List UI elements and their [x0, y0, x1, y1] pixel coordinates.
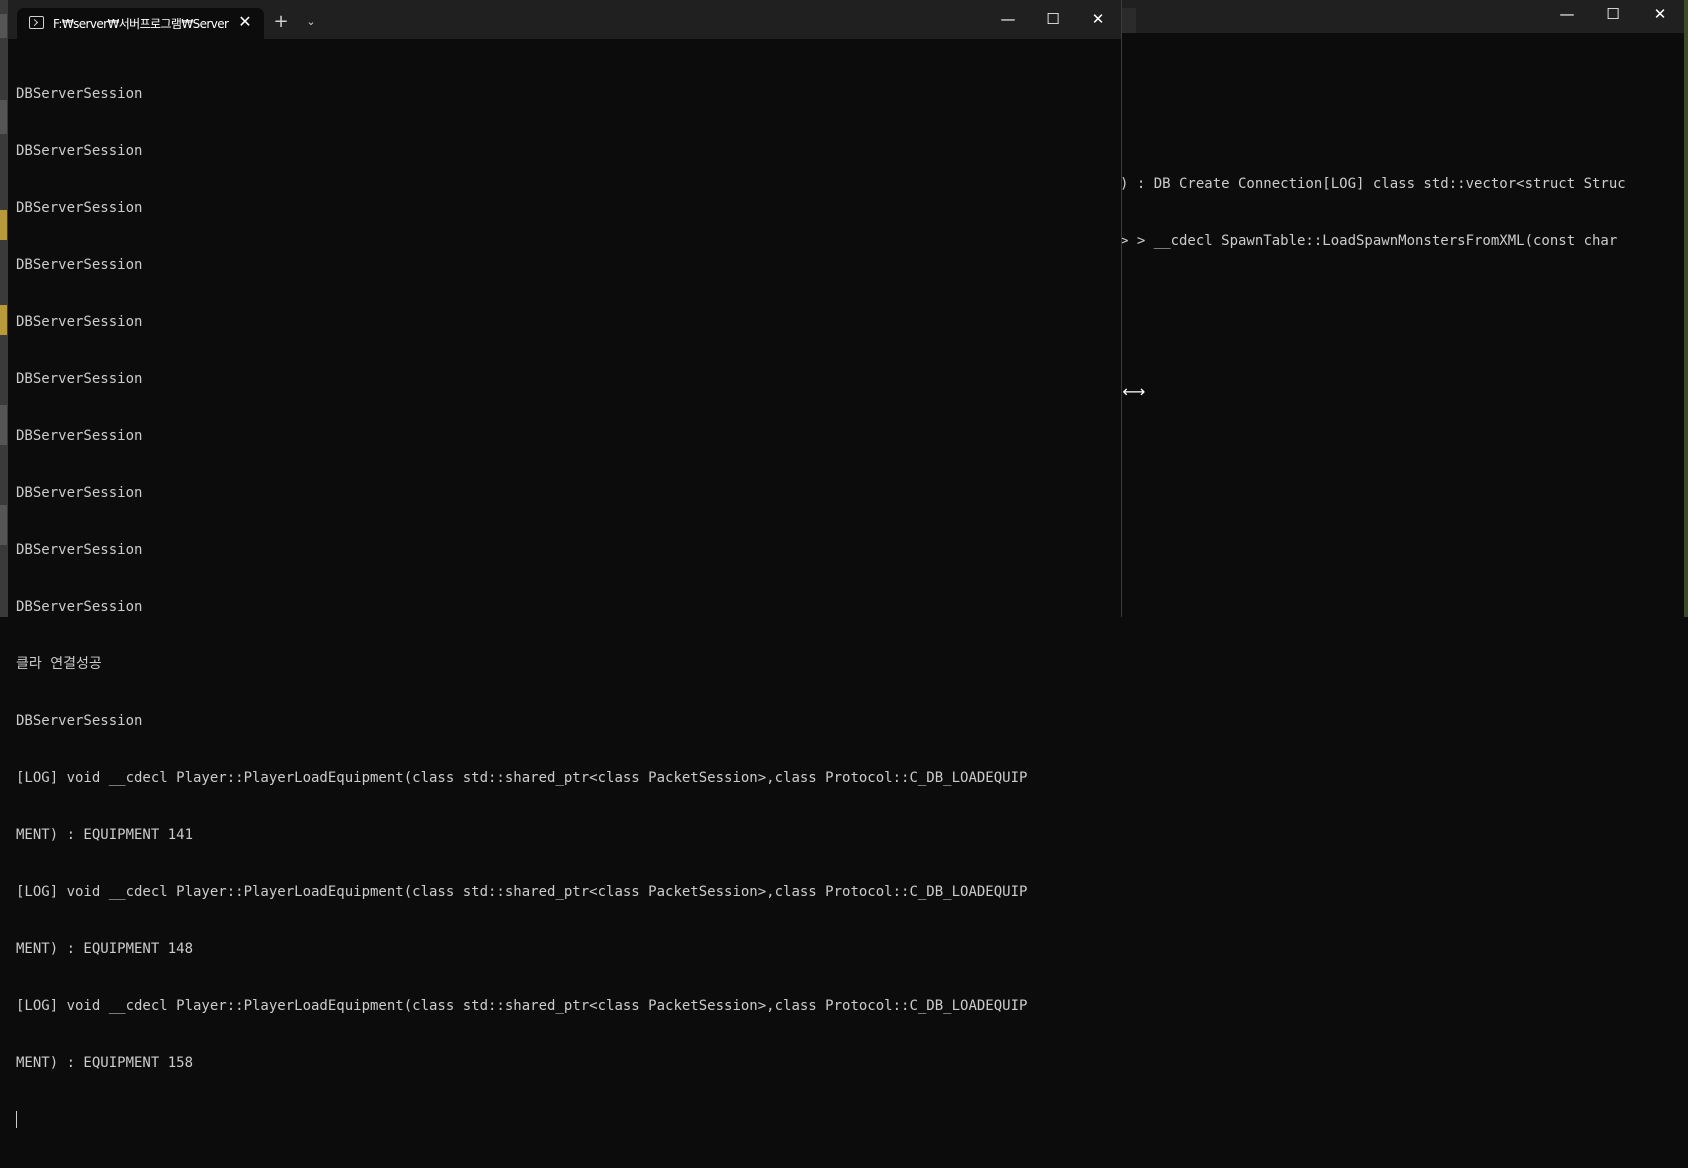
minimize-icon: —	[1000, 10, 1016, 28]
close-button[interactable]: ✕	[1083, 11, 1113, 27]
desktop-fragment	[0, 305, 7, 335]
maximize-button[interactable]: ☐	[1598, 6, 1628, 22]
terminal-line: > > __cdecl SpawnTable::LoadSpawnMonster…	[1120, 233, 1618, 249]
tab-title: F:₩server₩서버프로그램₩Server	[53, 17, 229, 31]
terminal-line: DBServerSession	[16, 542, 143, 558]
terminal-line: DBServerSession	[16, 485, 143, 501]
tab-close-button[interactable]: ✕	[236, 13, 254, 31]
terminal-line: DBServerSession	[16, 257, 143, 273]
background-terminal-window[interactable]: — ☐ ✕ ) : DB Create Connection[LOG] clas…	[1120, 0, 1684, 617]
titlebar[interactable]: F:₩server₩서버프로그램₩Server ✕ + ⌄ — ☐ ✕	[8, 0, 1121, 39]
terminal-line: MENT) : EQUIPMENT 148	[16, 941, 194, 957]
close-icon: ✕	[238, 12, 252, 31]
background-titlebar[interactable]: — ☐ ✕	[1120, 0, 1684, 33]
terminal-icon	[29, 16, 44, 29]
chevron-down-icon: ⌄	[306, 15, 316, 28]
desktop-fragment	[0, 100, 7, 134]
background-tab-fragment[interactable]	[1120, 8, 1136, 33]
terminal-tab[interactable]: F:₩server₩서버프로그램₩Server ✕	[17, 8, 264, 39]
tab-dropdown-button[interactable]: ⌄	[301, 12, 321, 32]
terminal-prompt-line[interactable]	[16, 1111, 1027, 1130]
desktop-background-edge	[0, 0, 8, 617]
terminal-line: [LOG] void __cdecl Player::PlayerLoadEqu…	[16, 998, 1028, 1014]
terminal-line: DBServerSession	[16, 143, 143, 159]
close-button[interactable]: ✕	[1645, 6, 1675, 22]
terminal-output[interactable]: DBServerSession DBServerSession DBServer…	[16, 47, 1027, 1168]
terminal-line: DBServerSession	[16, 86, 143, 102]
background-terminal-output[interactable]: ) : DB Create Connection[LOG] class std:…	[1120, 137, 1626, 289]
close-icon: ✕	[1091, 10, 1105, 28]
minimize-button[interactable]: —	[993, 11, 1023, 27]
maximize-icon: ☐	[1606, 5, 1620, 23]
desktop-background-edge-right	[1684, 0, 1688, 617]
terminal-line: DBServerSession	[16, 599, 143, 615]
desktop-fragment	[0, 405, 7, 445]
terminal-line: DBServerSession	[16, 713, 143, 729]
new-tab-button[interactable]: +	[270, 11, 292, 33]
terminal-line: 클라 연결성공	[16, 656, 102, 672]
foreground-terminal-window[interactable]: F:₩server₩서버프로그램₩Server ✕ + ⌄ — ☐ ✕ DBSe…	[8, 0, 1122, 1128]
terminal-line: DBServerSession	[16, 314, 143, 330]
terminal-line: DBServerSession	[16, 428, 143, 444]
terminal-line: MENT) : EQUIPMENT 158	[16, 1055, 194, 1071]
terminal-line: DBServerSession	[16, 200, 143, 216]
desktop-fragment	[0, 14, 7, 38]
text-cursor	[16, 1111, 17, 1128]
desktop-fragment	[0, 505, 7, 545]
minimize-icon: —	[1559, 5, 1575, 23]
resize-cursor-icon: ⟷	[1122, 382, 1146, 401]
terminal-line: [LOG] void __cdecl Player::PlayerLoadEqu…	[16, 770, 1028, 786]
terminal-line: MENT) : EQUIPMENT 141	[16, 827, 194, 843]
desktop-fragment	[0, 210, 7, 240]
plus-icon: +	[273, 11, 289, 32]
terminal-line: ) : DB Create Connection[LOG] class std:…	[1120, 176, 1626, 192]
minimize-button[interactable]: —	[1552, 6, 1582, 22]
maximize-button[interactable]: ☐	[1038, 11, 1068, 27]
terminal-line: DBServerSession	[16, 371, 143, 387]
close-icon: ✕	[1653, 5, 1667, 23]
terminal-line: [LOG] void __cdecl Player::PlayerLoadEqu…	[16, 884, 1028, 900]
maximize-icon: ☐	[1046, 10, 1060, 28]
